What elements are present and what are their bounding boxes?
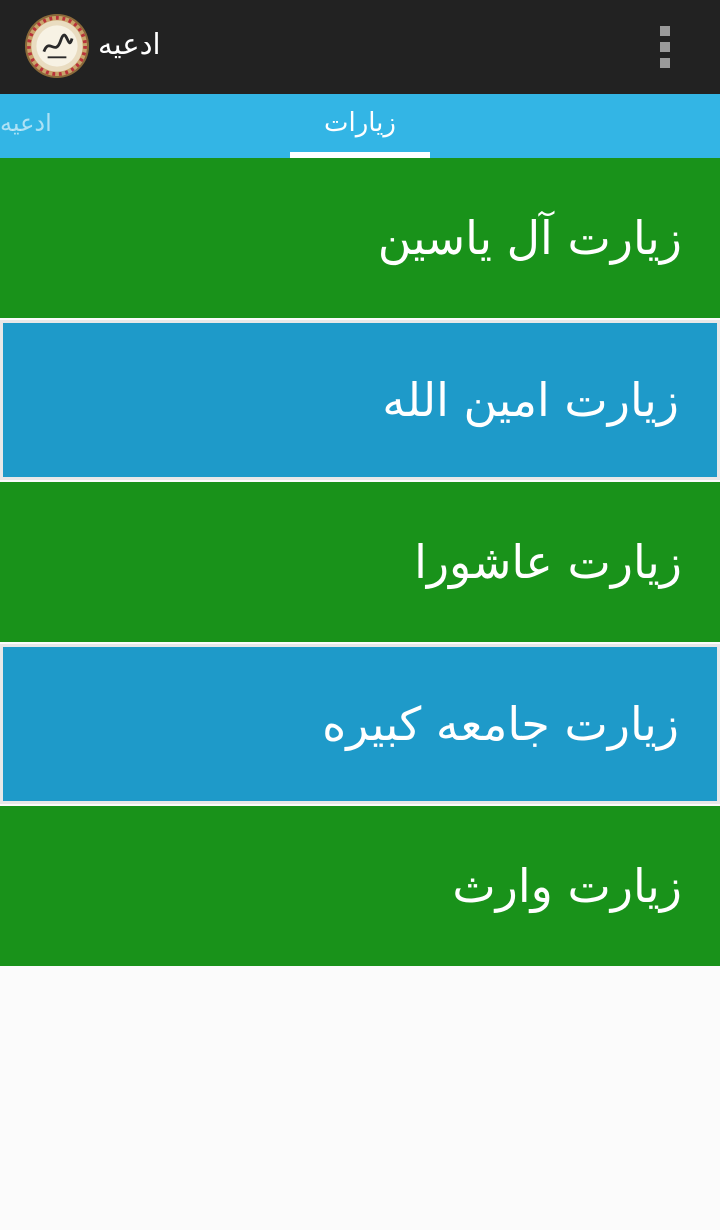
app-bar: ادعیه [0, 0, 720, 94]
overflow-dot [660, 58, 670, 68]
overflow-dot [660, 26, 670, 36]
list-item-label: زیارت امین الله [382, 373, 679, 427]
list-item[interactable]: زیارت آل یاسین [0, 158, 720, 318]
calligraphy-logo-icon[interactable] [25, 14, 89, 78]
list-item[interactable]: زیارت عاشورا [0, 482, 720, 642]
list-item-label: زیارت جامعه کبیره [322, 697, 679, 751]
overflow-menu-icon[interactable] [645, 20, 685, 74]
list-item[interactable]: زیارت امین الله [0, 320, 720, 480]
tab-adieh[interactable]: ادعیه [0, 94, 64, 158]
tab-bar: ادعیه زیارات [0, 94, 720, 158]
tab-ziarat[interactable]: زیارات [290, 94, 430, 158]
list-item[interactable]: زیارت وارث [0, 806, 720, 966]
list-item-label: زیارت عاشورا [414, 535, 682, 589]
app-title: ادعیه [98, 27, 161, 61]
list-item-label: زیارت وارث [452, 859, 682, 913]
list-item-label: زیارت آل یاسین [377, 211, 682, 265]
list-item[interactable]: زیارت جامعه کبیره [0, 644, 720, 804]
overflow-dot [660, 42, 670, 52]
